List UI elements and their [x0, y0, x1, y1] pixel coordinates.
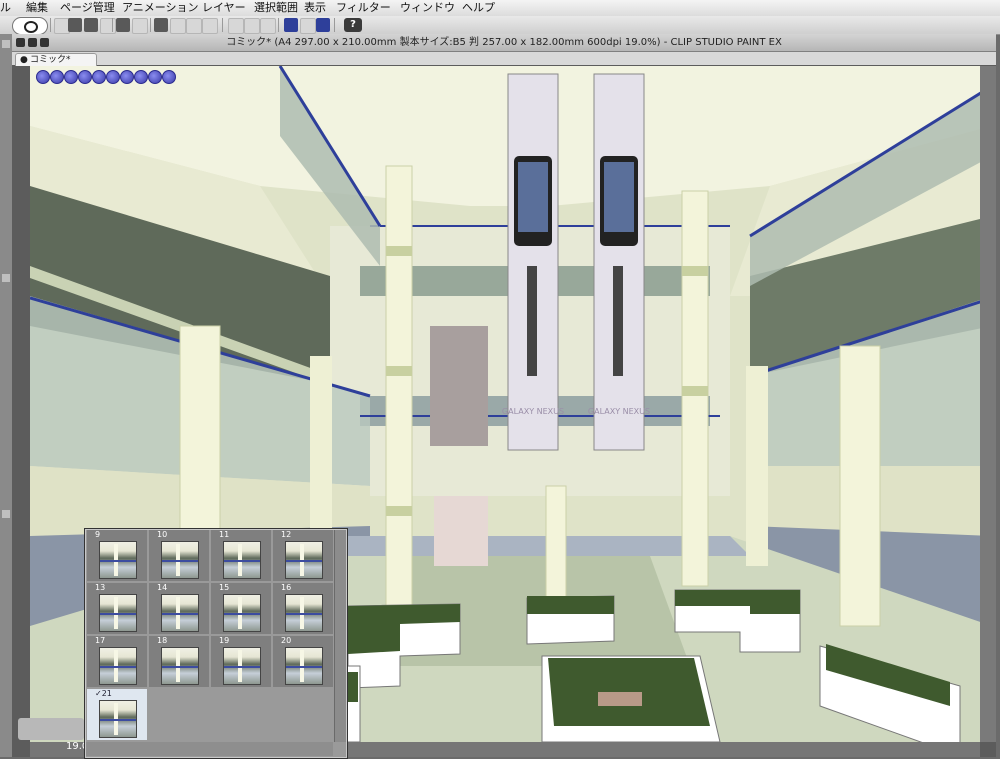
page-manager-panel: 9 10 11 12 13 14 15 16 17 18 19 20 ✓21	[84, 528, 348, 759]
left-dock-strip	[0, 34, 12, 757]
page-thumb[interactable]: 11	[211, 530, 271, 581]
clear-icon[interactable]	[154, 18, 168, 32]
deselect-icon[interactable]	[186, 18, 202, 34]
page-thumb[interactable]: 18	[149, 636, 209, 687]
page-thumb[interactable]: 17	[87, 636, 147, 687]
navigator-nav-controls[interactable]	[18, 718, 84, 740]
object-align-icon[interactable]	[148, 70, 162, 84]
menu-selection[interactable]: 選択範囲	[254, 0, 298, 16]
camera-zoom-icon[interactable]	[64, 70, 78, 84]
column	[385, 165, 413, 607]
menu-window[interactable]: ウィンドウ	[400, 0, 455, 16]
page-thumb[interactable]: 20	[273, 636, 333, 687]
menu-file[interactable]: ル	[0, 0, 11, 16]
redo-icon[interactable]	[132, 18, 148, 34]
toolbar-separator	[334, 18, 335, 32]
snap-special-ruler-icon[interactable]	[244, 18, 260, 34]
window-titlebar: コミック* (A4 297.00 x 210.00mm 製本サイズ:B5 判 2…	[12, 34, 996, 52]
object-rotate-icon[interactable]	[92, 70, 106, 84]
hanging-banner-right	[593, 73, 645, 451]
page-thumb[interactable]: 9	[87, 530, 147, 581]
snap-grid-icon[interactable]	[260, 18, 276, 34]
document-tab[interactable]: ● コミック*	[15, 53, 97, 66]
column	[545, 485, 567, 602]
page-thumb[interactable]: 13	[87, 583, 147, 634]
toolbar-separator	[278, 18, 279, 32]
ruler-edit-icon[interactable]	[300, 18, 316, 34]
hanging-banner-left	[507, 73, 559, 451]
menu-layer[interactable]: レイヤー	[202, 0, 246, 16]
save-menu-icon[interactable]	[100, 18, 116, 34]
toolbar-separator	[50, 18, 51, 32]
menu-page[interactable]: ページ管理	[60, 0, 115, 16]
object-ground-icon[interactable]	[134, 70, 148, 84]
snap-ruler-icon[interactable]	[228, 18, 244, 34]
command-bar: ?	[0, 16, 1000, 35]
page-thumb[interactable]: 16	[273, 583, 333, 634]
toolbar-separator	[150, 18, 151, 32]
column	[839, 345, 881, 627]
page-panel-footer	[86, 742, 333, 756]
dock-toggle-icon[interactable]	[2, 510, 10, 518]
document-tab-row: ● コミック*	[12, 52, 996, 66]
toolbar-separator	[222, 18, 223, 32]
pen-pressure-icon[interactable]	[284, 18, 298, 32]
dock-toggle-icon[interactable]	[2, 274, 10, 282]
page-thumb[interactable]: 15	[211, 583, 271, 634]
object-move-icon[interactable]	[78, 70, 92, 84]
fill-icon[interactable]	[170, 18, 186, 34]
undo-icon[interactable]	[116, 18, 130, 32]
open-file-icon[interactable]	[68, 18, 82, 32]
tab-close-icon[interactable]: ●	[20, 54, 28, 66]
page-thumb-selected[interactable]: ✓21	[87, 689, 147, 740]
clip-studio-logo-icon[interactable]	[12, 17, 48, 35]
camera-pan-icon[interactable]	[50, 70, 64, 84]
page-thumb[interactable]: 19	[211, 636, 271, 687]
window-title: コミック* (A4 297.00 x 210.00mm 製本サイズ:B5 判 2…	[226, 37, 782, 48]
ruler-show-icon[interactable]	[316, 18, 330, 32]
transform-icon[interactable]	[202, 18, 218, 34]
page-panel-scrollbar[interactable]	[334, 530, 346, 742]
menu-help[interactable]: ヘルプ	[462, 0, 495, 16]
tab-label: コミック*	[30, 55, 71, 65]
toolbar-separator	[112, 18, 113, 32]
camera-rotate-icon[interactable]	[36, 70, 50, 84]
menu-view[interactable]: 表示	[304, 0, 326, 16]
dock-toggle-icon[interactable]	[2, 40, 10, 48]
page-thumb[interactable]: 12	[273, 530, 333, 581]
banner-text-right: GALAXY NEXUS	[588, 407, 650, 416]
menu-animation[interactable]: アニメーション	[122, 0, 199, 16]
menu-edit[interactable]: 編集	[26, 0, 48, 16]
banner-text-left: GALAXY NEXUS	[502, 407, 564, 416]
help-button[interactable]: ?	[344, 18, 362, 32]
menu-filter[interactable]: フィルター	[336, 0, 391, 16]
object-scale-icon[interactable]	[120, 70, 134, 84]
canvas-vertical-scrollbar[interactable]	[980, 66, 996, 742]
save-icon[interactable]	[84, 18, 98, 32]
object-lock-icon[interactable]	[162, 70, 176, 84]
menu-bar: ル 編集 ページ管理 アニメーション レイヤー 選択範囲 表示 フィルター ウィ…	[0, 0, 1000, 17]
page-thumb[interactable]: 10	[149, 530, 209, 581]
object-rotate-axis-icon[interactable]	[106, 70, 120, 84]
page-thumb[interactable]: 14	[149, 583, 209, 634]
